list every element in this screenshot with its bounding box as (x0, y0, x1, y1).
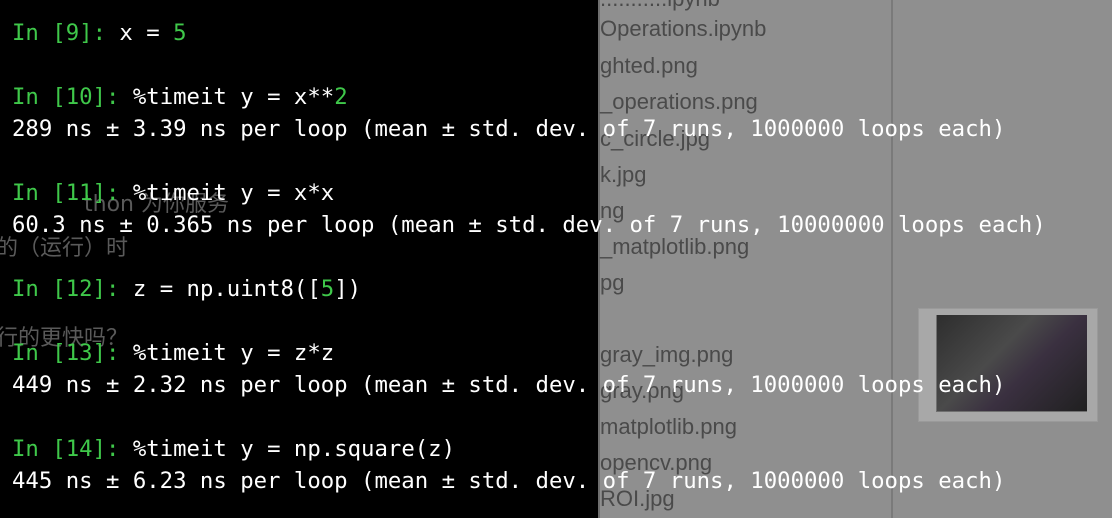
output-line: 289 ns ± 3.39 ns per loop (mean ± std. d… (12, 116, 1006, 142)
code-text: %timeit y = x** (132, 84, 335, 110)
prompt-colon: : (105, 340, 133, 366)
prompt-label: In (12, 84, 53, 110)
number-literal: 5 (320, 276, 335, 302)
number-literal: 5 (173, 20, 187, 46)
prompt-number: [13] (52, 340, 106, 366)
prompt-label: In (12, 340, 53, 366)
code-text: %timeit y = x*x (132, 180, 335, 206)
prompt-number: [10] (52, 84, 106, 110)
output-line: 60.3 ns ± 0.365 ns per loop (mean ± std.… (12, 212, 1046, 238)
prompt-colon: : (105, 436, 133, 462)
prompt-number: [12] (52, 276, 106, 302)
prompt-colon: : (105, 276, 133, 302)
input-line[interactable]: In [9]: x = 5 (12, 22, 187, 44)
input-line[interactable]: In [13]: %timeit y = z*z (12, 342, 334, 364)
code-text: z = np.uint8([ (132, 276, 321, 302)
prompt-number: [14] (52, 436, 106, 462)
input-line[interactable]: In [10]: %timeit y = x**2 (12, 86, 348, 108)
prompt-label: In (12, 20, 53, 46)
output-line: 445 ns ± 6.23 ns per loop (mean ± std. d… (12, 468, 1006, 494)
ipython-terminal[interactable]: In [9]: x = 5 In [10]: %timeit y = x**2 … (0, 0, 1112, 518)
code-text: %timeit y = z*z (132, 340, 335, 366)
prompt-label: In (12, 180, 53, 206)
prompt-number: [11] (52, 180, 106, 206)
input-line[interactable]: In [11]: %timeit y = x*x (12, 182, 334, 204)
code-text: x = (119, 20, 174, 46)
prompt-label: In (12, 436, 53, 462)
code-text: ]) (334, 276, 362, 302)
input-line[interactable]: In [12]: z = np.uint8([5]) (12, 278, 361, 300)
prompt-number: [9] (52, 20, 93, 46)
prompt-colon: : (105, 180, 133, 206)
prompt-label: In (12, 276, 53, 302)
number-literal: 2 (334, 84, 348, 110)
output-line: 449 ns ± 2.32 ns per loop (mean ± std. d… (12, 372, 1006, 398)
input-line[interactable]: In [14]: %timeit y = np.square(z) (12, 438, 455, 460)
prompt-colon: : (92, 20, 120, 46)
code-text: %timeit y = np.square(z) (132, 436, 456, 462)
prompt-colon: : (105, 84, 133, 110)
